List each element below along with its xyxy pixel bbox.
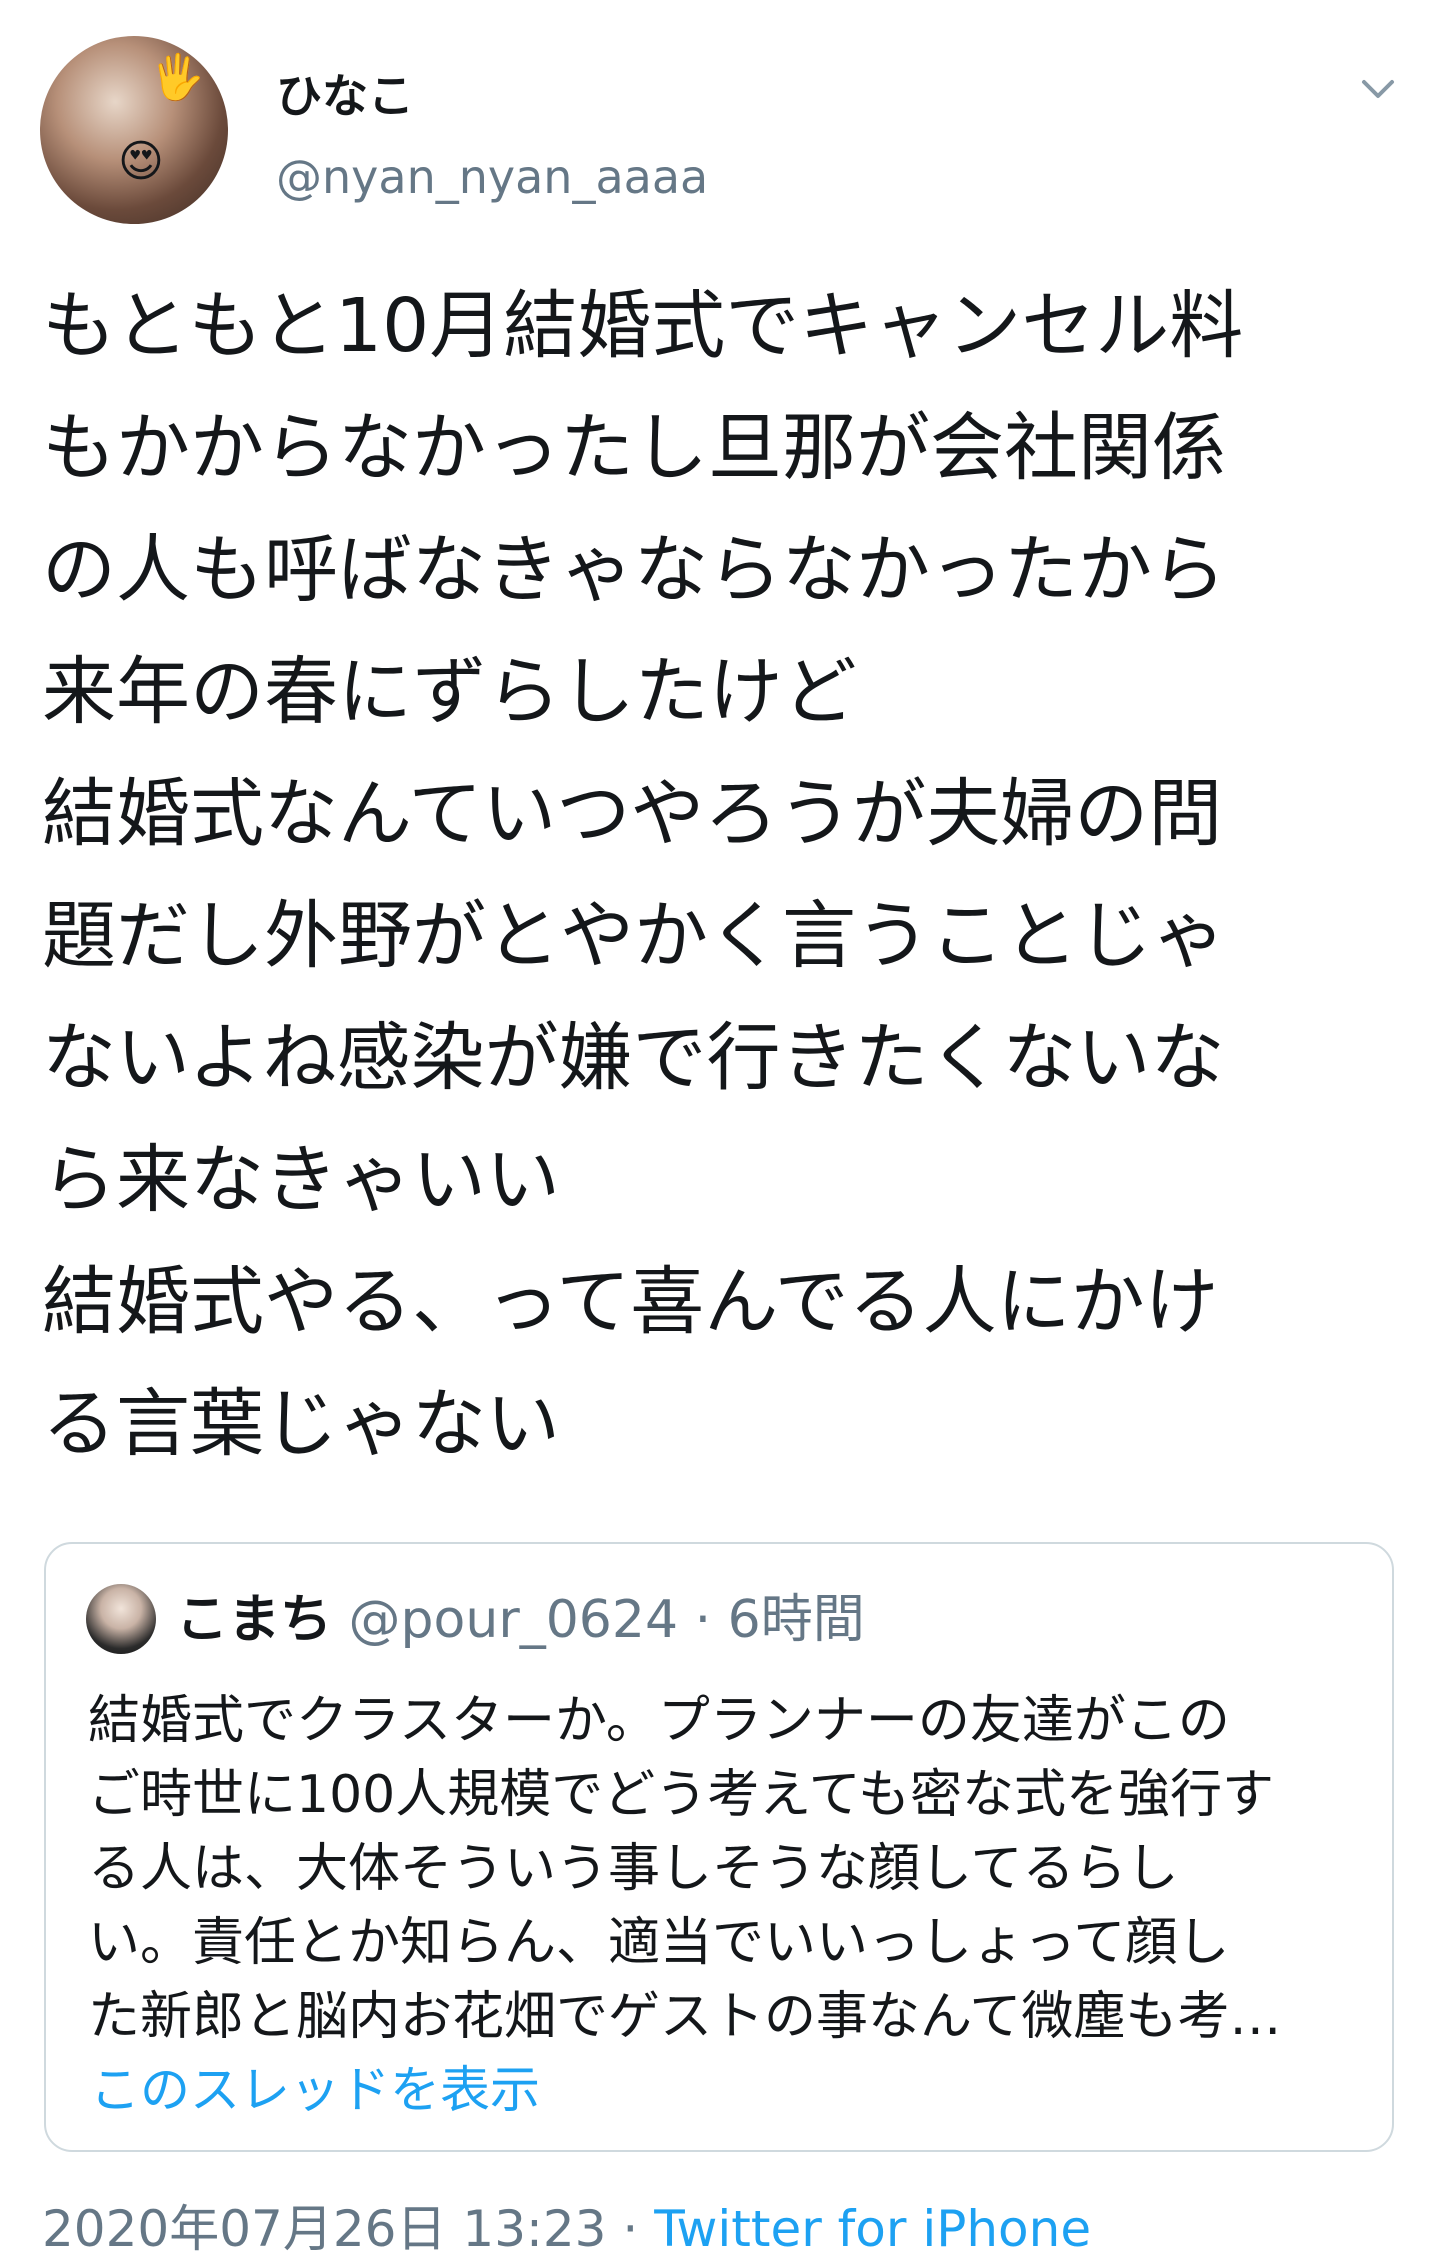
tweet-text-line: 題だし外野がとやかく言うことじゃ <box>42 893 1226 979</box>
quoted-text-line: た新郎と脳内お花畑でゲストの事なんて微塵も考… <box>88 1987 1282 2047</box>
tweet-detail: 🖐 😍 ひなこ @nyan_nyan_aaaa もともと10月結婚式でキャンセル… <box>0 0 1440 2258</box>
quoted-tweet-text: 結婚式でクラスターか。プランナーの友達がこの ご時世に100人規模でどう考えても… <box>88 1684 1378 2054</box>
tweet-text-line: 来年の春にずらしたけど <box>42 649 857 735</box>
tweet-text: もともと10月結婚式でキャンセル料 もかからなかったし旦那が会社関係 の人も呼ば… <box>42 265 1402 1485</box>
quoted-tweet-time: 6時間 <box>727 1590 865 1650</box>
author-avatar[interactable]: 🖐 😍 <box>40 36 228 224</box>
quoted-tweet-card[interactable]: こまち @pour_0624 · 6時間 結婚式でクラスターか。プランナーの友達… <box>44 1542 1394 2152</box>
quoted-text-line: る人は、大体そういう事しそうな顔してるらし <box>88 1839 1179 1899</box>
tweet-text-line: 結婚式なんていつやろうが夫婦の問 <box>42 771 1223 857</box>
heart-eyes-face-icon: 😍 <box>118 136 164 187</box>
quoted-text-line: 結婚式でクラスターか。プランナーの友達がこの <box>88 1691 1230 1751</box>
tweet-timestamp[interactable]: 2020年07月26日 13:23 <box>42 2200 606 2258</box>
author-handle[interactable]: @nyan_nyan_aaaa <box>276 150 708 204</box>
tweet-text-line: る言葉じゃない <box>42 1381 560 1467</box>
waving-hand-icon: 🖐 <box>150 52 205 103</box>
tweet-text-line: もともと10月結婚式でキャンセル料 <box>42 283 1244 369</box>
tweet-footer: 2020年07月26日 13:23 · Twitter for iPhone <box>42 2193 1091 2265</box>
separator-dot: · <box>622 2200 639 2258</box>
tweet-text-line: ら来なきゃいい <box>42 1137 560 1223</box>
quoted-text-line: い。責任とか知らん、適当でいいっしょって顔し <box>88 1913 1230 1973</box>
tweet-source-link[interactable]: Twitter for iPhone <box>654 2200 1091 2258</box>
quoted-tweet-header: こまち @pour_0624 · 6時間 <box>176 1580 865 1660</box>
quoted-author-handle: @pour_0624 <box>348 1590 679 1650</box>
quoted-author-avatar <box>86 1584 156 1654</box>
quoted-text-line: ご時世に100人規模でどう考えても密な式を強行す <box>88 1765 1275 1825</box>
author-display-name[interactable]: ひなこ <box>276 60 414 126</box>
quoted-author-display-name: こまち <box>176 1590 333 1650</box>
show-thread-link[interactable]: このスレッドを表示 <box>90 2054 540 2126</box>
tweet-text-line: ないよね感染が嫌で行きたくないな <box>42 1015 1225 1101</box>
tweet-text-line: 結婚式やる、って喜んでる人にかけ <box>42 1259 1219 1345</box>
tweet-text-line: の人も呼ばなきゃならなかったから <box>42 527 1226 613</box>
chevron-down-icon[interactable] <box>1358 70 1398 110</box>
separator-dot: · <box>694 1590 712 1650</box>
tweet-text-line: もかからなかったし旦那が会社関係 <box>42 405 1226 491</box>
